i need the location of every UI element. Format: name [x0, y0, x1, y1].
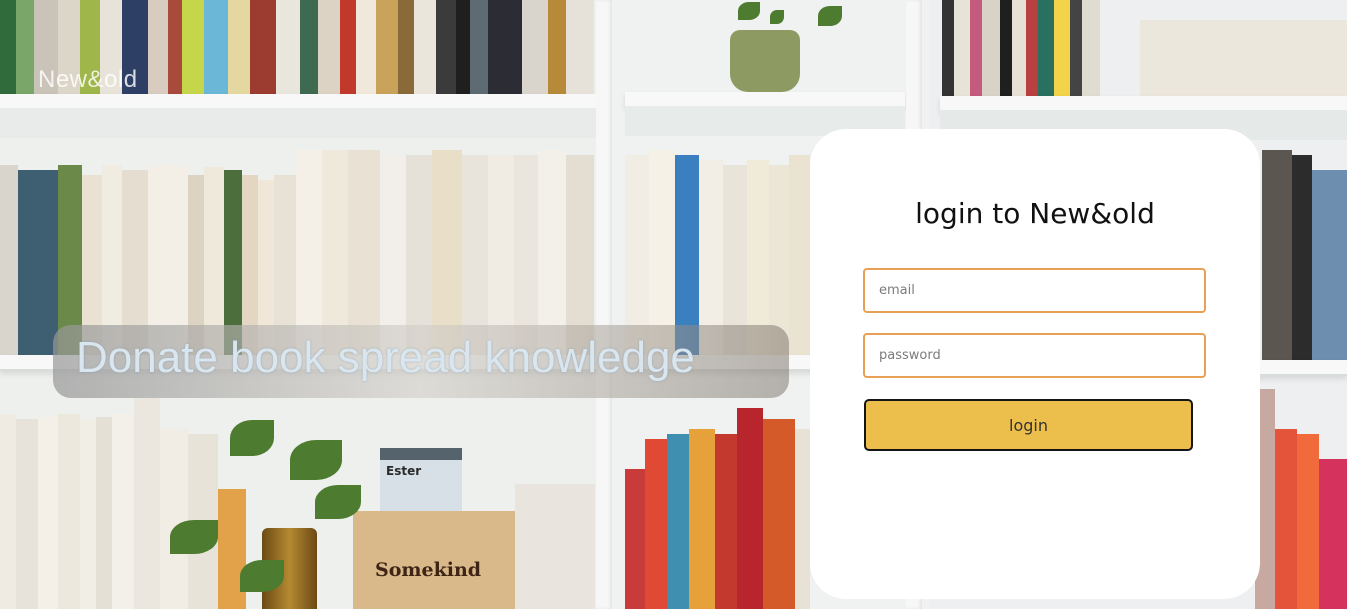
book-row-middle-right: [1262, 150, 1347, 360]
book-row-top-right: [942, 0, 1102, 98]
login-title: login to New&old: [915, 197, 1155, 230]
plant-pot-top: [730, 30, 800, 92]
somekind-box-label: Somekind: [375, 559, 482, 581]
password-input[interactable]: [863, 333, 1206, 378]
login-button[interactable]: login: [864, 399, 1193, 451]
tagline-text: Donate book spread knowledge: [76, 333, 695, 382]
login-card: login to New&old login: [810, 129, 1260, 599]
somekind-box: Somekind: [353, 511, 515, 609]
book-row-bottom-right: [1255, 380, 1347, 609]
brand-logo-text: New&old: [38, 66, 138, 93]
email-input[interactable]: [863, 268, 1206, 313]
shelf-middle-right: [1255, 360, 1347, 376]
book-ester-label: Ester: [386, 464, 422, 478]
stacked-books-top-right: [1140, 20, 1347, 101]
book-row-bottom-center: [625, 408, 810, 609]
